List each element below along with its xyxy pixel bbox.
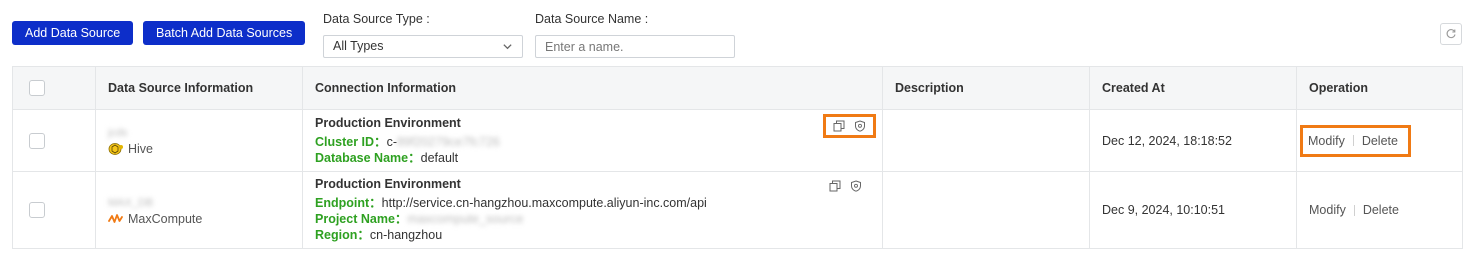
connection-field: Region：cn-hangzhou (315, 227, 882, 243)
row-select-cell (12, 109, 96, 172)
select-all-checkbox[interactable] (29, 80, 45, 96)
refresh-button[interactable] (1440, 23, 1462, 45)
field-separator: ： (357, 228, 370, 242)
delete-link[interactable]: Delete (1363, 203, 1399, 217)
data-source-name: jcds (108, 127, 128, 139)
data-source-name: MAX_DB (108, 196, 154, 209)
description-cell (882, 109, 1090, 172)
row-checkbox[interactable] (29, 132, 45, 149)
info-cell: jcds Hive (95, 109, 303, 172)
maxcompute-icon (108, 213, 123, 223)
header-description: Description (882, 66, 1090, 110)
created-cell: Dec 9, 2024, 10:10:51 (1089, 171, 1297, 249)
divider (1353, 204, 1355, 216)
operation-actions-highlighted: Modify Delete (1300, 124, 1411, 157)
shield-icon[interactable] (854, 120, 866, 132)
header-created: Created At (1089, 66, 1297, 110)
table-header-row: Data Source Information Connection Infor… (12, 66, 1463, 110)
chevron-down-icon (503, 44, 512, 50)
table-row: MAX_DB MaxCompute Production Environment… (12, 171, 1463, 249)
operation-cell: Modify Delete (1296, 171, 1463, 249)
header-connection: Connection Information (302, 66, 883, 110)
field-value-redacted: maxcompute_source (407, 212, 524, 226)
refresh-icon (1446, 29, 1456, 39)
delete-link[interactable]: Delete (1362, 134, 1398, 148)
connection-field: Cluster ID：c-89f20279ce7fc726 (315, 134, 882, 150)
environment-label: Production Environment (315, 177, 461, 191)
connection-actions (829, 180, 862, 192)
field-value: c- (386, 134, 397, 149)
connection-cell: Production Environment Cluster ID：c-89f2… (302, 109, 883, 172)
connection-field: Endpoint：http://service.cn-hangzhou.maxc… (315, 195, 882, 211)
field-value: default (420, 150, 459, 165)
connection-field: Database Name：default (315, 150, 882, 166)
connection-actions-highlighted (823, 114, 876, 138)
select-all-cell (12, 66, 96, 110)
type-filter-value: All Types (333, 39, 384, 53)
toolbar: Add Data Source Batch Add Data Sources D… (12, 12, 1462, 60)
field-key: Region (315, 228, 358, 242)
field-separator: ： (369, 196, 382, 210)
shield-icon[interactable] (850, 180, 862, 192)
header-info: Data Source Information (95, 66, 303, 110)
batch-add-data-sources-button[interactable]: Batch Add Data Sources (143, 21, 306, 45)
field-key: Endpoint (315, 196, 370, 210)
header-operation: Operation (1296, 66, 1463, 110)
field-separator: ： (374, 134, 387, 149)
type-filter-label: Data Source Type : (323, 12, 430, 26)
field-value: cn-hangzhou (369, 228, 443, 242)
data-source-type: Hive (128, 142, 154, 156)
add-data-source-button[interactable]: Add Data Source (12, 21, 134, 45)
info-cell: MAX_DB MaxCompute (95, 171, 303, 249)
connection-field: Project Name：maxcompute_source (315, 211, 882, 227)
operation-actions: Modify Delete (1309, 203, 1399, 217)
created-cell: Dec 12, 2024, 18:18:52 (1089, 109, 1297, 172)
modify-link[interactable]: Modify (1308, 134, 1345, 148)
field-value: http://service.cn-hangzhou.maxcompute.al… (381, 196, 707, 210)
description-cell (882, 171, 1090, 249)
copy-icon[interactable] (829, 180, 841, 192)
operation-cell: Modify Delete (1296, 109, 1463, 172)
row-checkbox[interactable] (29, 202, 45, 218)
copy-icon[interactable] (833, 120, 845, 132)
name-filter-label: Data Source Name : (535, 12, 649, 26)
field-separator: ： (408, 150, 421, 165)
field-separator: ： (394, 212, 408, 226)
row-select-cell (12, 171, 96, 249)
field-key: Cluster ID (315, 134, 375, 149)
table-row: jcds Hive Production Environment Cluster… (12, 109, 1463, 172)
field-key: Project Name (315, 212, 395, 226)
data-source-type: MaxCompute (128, 211, 203, 226)
data-source-table: Data Source Information Connection Infor… (12, 66, 1463, 249)
connection-cell: Production Environment Endpoint：http://s… (302, 171, 883, 249)
divider (1352, 135, 1354, 146)
modify-link[interactable]: Modify (1309, 203, 1346, 217)
environment-label: Production Environment (315, 115, 461, 130)
type-filter-select[interactable]: All Types (323, 35, 523, 58)
field-value-redacted: 89f20279ce7fc726 (396, 134, 500, 149)
hive-icon (108, 143, 123, 155)
field-key: Database Name (315, 150, 409, 165)
name-filter-input[interactable] (535, 35, 735, 58)
